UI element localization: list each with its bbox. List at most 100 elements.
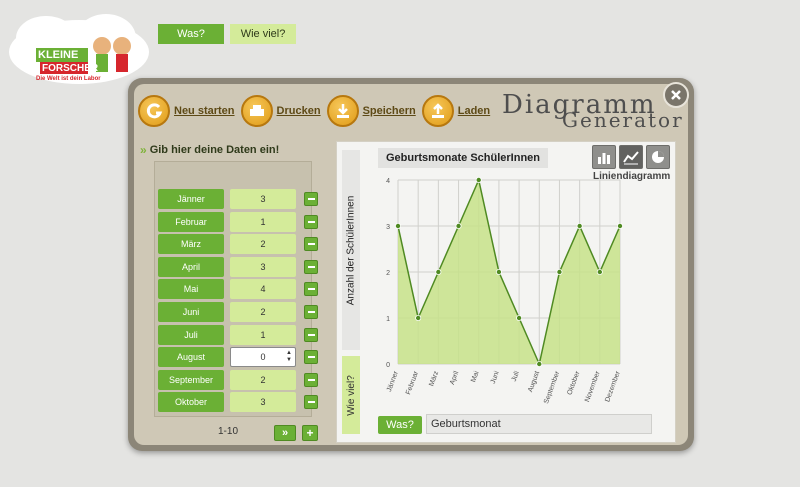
data-point bbox=[495, 269, 502, 276]
upload-icon bbox=[421, 95, 454, 127]
bar-chart-icon bbox=[598, 153, 610, 164]
remove-row-button[interactable] bbox=[304, 214, 318, 229]
row-value-input[interactable]: 3 bbox=[230, 189, 296, 209]
remove-row-button[interactable] bbox=[304, 350, 318, 365]
y-field-label: Wie viel? bbox=[345, 374, 357, 416]
minus-icon bbox=[307, 265, 315, 268]
data-point bbox=[616, 223, 623, 230]
x-tick-label: Mai bbox=[470, 370, 481, 383]
remove-row-button[interactable] bbox=[304, 305, 318, 319]
data-point bbox=[394, 223, 401, 230]
x-tick-label: November bbox=[584, 370, 602, 403]
save-button[interactable]: Speichern bbox=[326, 95, 416, 127]
data-panel-heading-text: Gib hier deine Daten ein! bbox=[149, 144, 280, 156]
logo: KLEINE FORSCHER Die Welt ist dein Labor bbox=[6, 8, 152, 88]
minus-icon bbox=[307, 220, 315, 223]
row-label-cell[interactable]: Juni bbox=[158, 302, 224, 322]
y-tick-label: 0 bbox=[386, 362, 390, 369]
pie-chart-button[interactable] bbox=[646, 145, 670, 169]
restart-icon bbox=[138, 95, 170, 127]
row-label-cell[interactable]: August bbox=[158, 347, 224, 368]
x-tick-label: Dezember bbox=[604, 370, 622, 403]
chevron-right-icon: » bbox=[140, 143, 147, 157]
minus-icon bbox=[307, 401, 315, 404]
chart-title[interactable]: Geburtsmonate SchülerInnen bbox=[378, 148, 548, 168]
bar-chart-button[interactable] bbox=[592, 145, 616, 169]
data-point bbox=[556, 269, 563, 276]
printer-icon bbox=[240, 95, 273, 127]
y-tick-label: 3 bbox=[386, 224, 390, 231]
x-tick-label: Oktober bbox=[566, 370, 581, 396]
row-label-cell[interactable]: September bbox=[158, 369, 224, 390]
data-panel-heading: » Gib hier deine Daten ein! bbox=[140, 143, 279, 157]
download-icon bbox=[326, 95, 359, 127]
remove-row-button[interactable] bbox=[304, 372, 318, 387]
remove-row-button[interactable] bbox=[304, 327, 318, 342]
row-label-cell[interactable]: Februar bbox=[158, 211, 224, 232]
y-tick-label: 4 bbox=[386, 178, 390, 185]
row-value-text: 2 bbox=[260, 239, 266, 250]
remove-row-button[interactable] bbox=[304, 282, 318, 297]
row-value-input[interactable]: 2 bbox=[230, 369, 296, 390]
row-value-input[interactable]: 0 ▲ ▼ bbox=[230, 347, 296, 368]
y-axis-title: Anzahl der SchülerInnen bbox=[342, 150, 360, 350]
save-label: Speichern bbox=[362, 105, 416, 117]
x-field-button[interactable]: Was? bbox=[378, 416, 422, 434]
x-tick-label: Juli bbox=[511, 370, 521, 383]
app-title-line2: Generator bbox=[562, 108, 684, 132]
toolbar: Neu starten Drucken Speichern Laden bbox=[138, 94, 496, 128]
logo-line1: KLEINE bbox=[38, 49, 79, 61]
row-value-input[interactable]: 1 bbox=[230, 211, 296, 232]
remove-row-button[interactable] bbox=[304, 395, 318, 410]
row-label-cell[interactable]: Jänner bbox=[158, 189, 224, 209]
restart-button[interactable]: Neu starten bbox=[138, 95, 235, 127]
row-label-cell[interactable]: Mai bbox=[158, 279, 224, 300]
data-point bbox=[536, 360, 543, 367]
line-chart-button[interactable] bbox=[619, 145, 643, 169]
remove-row-button[interactable] bbox=[304, 259, 318, 274]
x-tick-label: September bbox=[543, 370, 562, 404]
row-value-input[interactable]: 3 bbox=[230, 392, 296, 413]
minus-icon bbox=[307, 288, 315, 291]
x-tick-label: Juni bbox=[490, 370, 501, 385]
row-value-input[interactable]: 3 bbox=[230, 256, 296, 277]
value-stepper[interactable]: ▲ ▼ bbox=[285, 350, 293, 364]
next-page-button[interactable]: » bbox=[274, 425, 296, 441]
row-value-input[interactable]: 2 bbox=[230, 302, 296, 322]
restart-label: Neu starten bbox=[174, 105, 235, 117]
add-row-button[interactable]: + bbox=[302, 425, 318, 441]
line-chart-icon bbox=[623, 151, 639, 165]
print-button[interactable]: Drucken bbox=[240, 95, 321, 127]
logo-line2: FORSCHER bbox=[42, 63, 99, 74]
remove-row-button[interactable] bbox=[304, 192, 318, 206]
data-point bbox=[596, 269, 603, 276]
data-point bbox=[415, 314, 422, 321]
column-header-what: Was? bbox=[158, 24, 224, 44]
row-label-cell[interactable]: April bbox=[158, 256, 224, 277]
print-label: Drucken bbox=[276, 105, 321, 117]
y-field-button[interactable]: Wie viel? bbox=[342, 356, 360, 434]
load-button[interactable]: Laden bbox=[421, 95, 490, 127]
data-point bbox=[516, 314, 523, 321]
row-value-text: 0 bbox=[260, 352, 266, 363]
row-value-text: 4 bbox=[260, 284, 266, 295]
row-value-input[interactable]: 1 bbox=[230, 324, 296, 345]
row-value-text: 2 bbox=[260, 374, 266, 385]
row-value-text: 2 bbox=[260, 307, 266, 317]
y-tick-label: 1 bbox=[386, 316, 390, 323]
minus-icon bbox=[307, 243, 315, 246]
x-tick-label: August bbox=[527, 370, 541, 393]
row-value-input[interactable]: 2 bbox=[230, 234, 296, 255]
row-value-input[interactable]: 4 bbox=[230, 279, 296, 300]
row-label-cell[interactable]: Juli bbox=[158, 324, 224, 345]
row-label-cell[interactable]: März bbox=[158, 234, 224, 255]
logo-tagline: Die Welt ist dein Labor bbox=[36, 76, 101, 82]
x-tick-label: März bbox=[428, 370, 440, 387]
row-label-cell[interactable]: Oktober bbox=[158, 392, 224, 413]
minus-icon bbox=[307, 311, 315, 313]
minus-icon bbox=[307, 198, 315, 200]
pie-chart-icon bbox=[652, 151, 664, 163]
remove-row-button[interactable] bbox=[304, 237, 318, 252]
x-axis-title-field[interactable]: Geburtsmonat bbox=[426, 414, 652, 434]
x-tick-label: Jänner bbox=[386, 370, 400, 393]
